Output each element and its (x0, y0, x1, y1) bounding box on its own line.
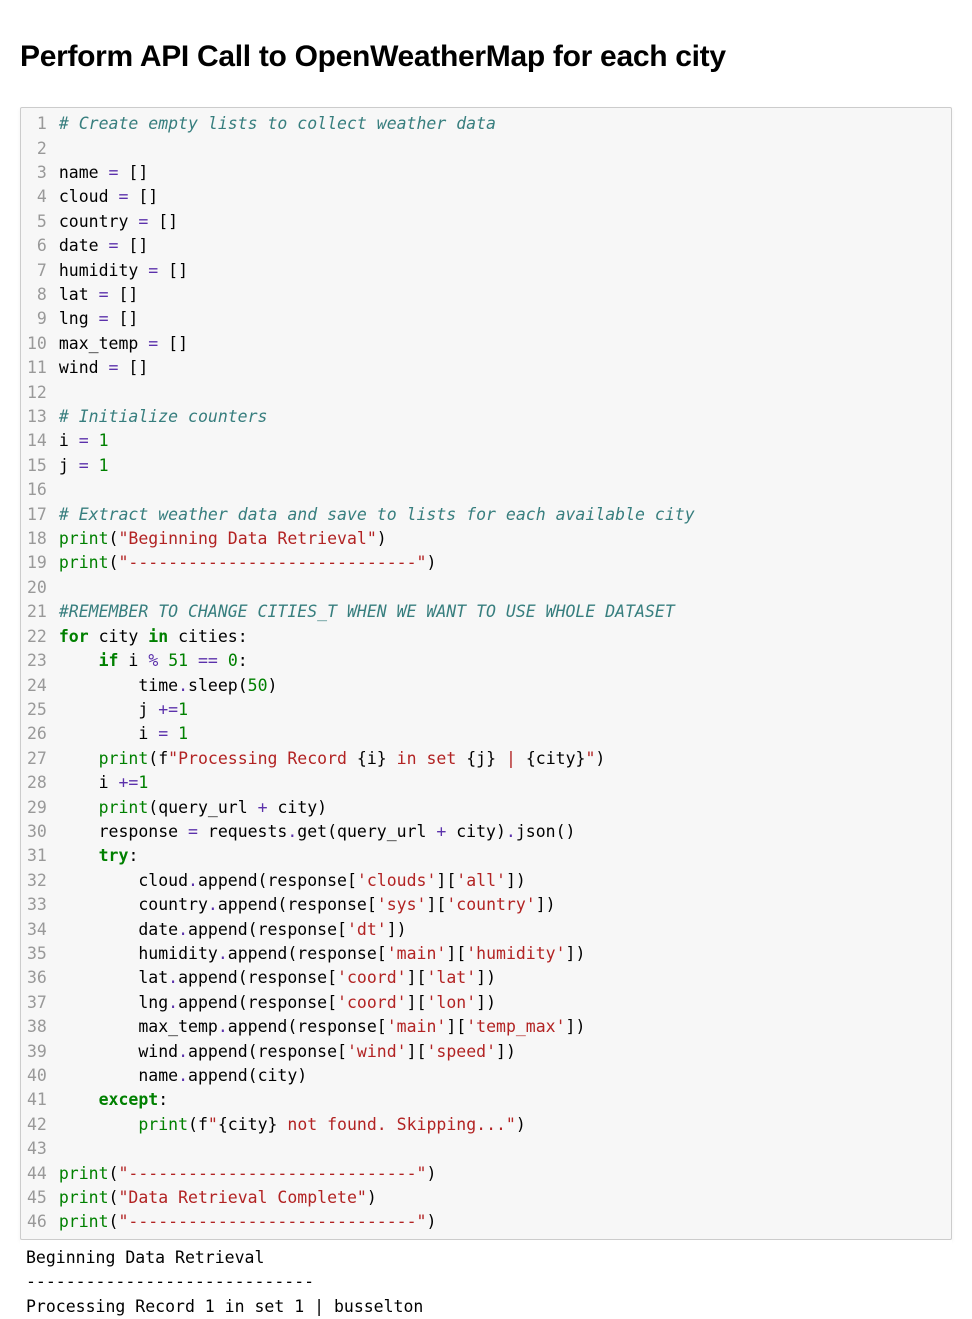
code-line: date = [] (59, 236, 148, 255)
section-heading: Perform API Call to OpenWeatherMap for e… (0, 25, 972, 82)
code-line: max_temp = [] (59, 334, 188, 353)
code-line: lng.append(response['coord']['lon']) (59, 993, 496, 1012)
code-line: print("Beginning Data Retrieval") (59, 529, 387, 548)
code-line: print(query_url + city) (59, 798, 327, 817)
code-line: lat = [] (59, 285, 139, 304)
code-line: humidity.append(response['main']['humidi… (59, 944, 586, 963)
code-line: #REMEMBER TO CHANGE CITIES_T WHEN WE WAN… (59, 602, 675, 621)
code-line: wind = [] (59, 358, 148, 377)
code-line: max_temp.append(response['main']['temp_m… (59, 1017, 586, 1036)
code-line: name = [] (59, 163, 148, 182)
code-line: lat.append(response['coord']['lat']) (59, 968, 496, 987)
code-line: i +=1 (59, 773, 148, 792)
code-line: name.append(city) (59, 1066, 307, 1085)
code-line: print("-----------------------------") (59, 1212, 437, 1231)
code-line: # Initialize counters (59, 407, 268, 426)
code-line: print(f"Processing Record {i} in set {j}… (59, 749, 605, 768)
code-line: print("-----------------------------") (59, 553, 437, 572)
code-line: cloud = [] (59, 187, 158, 206)
code-line: response = requests.get(query_url + city… (59, 822, 576, 841)
code-line: time.sleep(50) (59, 676, 278, 695)
code-line: print("-----------------------------") (59, 1164, 437, 1183)
code-line: j +=1 (59, 700, 188, 719)
code-line: lng = [] (59, 309, 139, 328)
code-line: wind.append(response['wind']['speed']) (59, 1042, 516, 1061)
code-line: if i % 51 == 0: (59, 651, 248, 670)
code-line: print(f"{city} not found. Skipping...") (59, 1115, 526, 1134)
code-line: date.append(response['dt']) (59, 920, 407, 939)
code-line: cloud.append(response['clouds']['all']) (59, 871, 526, 890)
code-line: i = 1 (59, 724, 188, 743)
code-line: except: (59, 1090, 168, 1109)
code-line: # Create empty lists to collect weather … (59, 114, 496, 133)
code-line: try: (59, 846, 139, 865)
code-line: i = 1 (59, 431, 109, 450)
code-line: humidity = [] (59, 261, 188, 280)
code-line: j = 1 (59, 456, 109, 475)
code-line: # Extract weather data and save to lists… (59, 505, 695, 524)
code-content: # Create empty lists to collect weather … (55, 108, 703, 1239)
code-line: country.append(response['sys']['country'… (59, 895, 556, 914)
line-number-gutter: 1 2 3 4 5 6 7 8 9 10 11 12 13 14 15 16 1… (21, 108, 55, 1239)
output-cell: Beginning Data Retrieval ---------------… (20, 1240, 952, 1319)
code-line: for city in cities: (59, 627, 248, 646)
code-line: country = [] (59, 212, 178, 231)
code-cell: 1 2 3 4 5 6 7 8 9 10 11 12 13 14 15 16 1… (20, 107, 952, 1240)
code-line: print("Data Retrieval Complete") (59, 1188, 377, 1207)
